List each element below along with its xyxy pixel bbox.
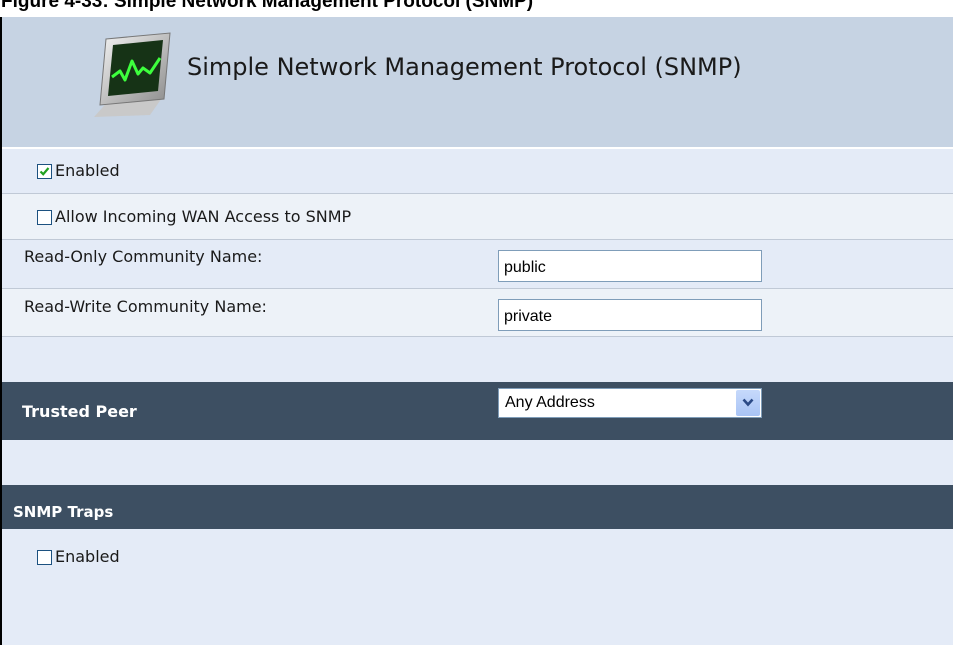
- read-write-community-input[interactable]: private: [498, 299, 762, 331]
- read-write-row: Read-Write Community Name: private: [2, 289, 953, 337]
- dropdown-button[interactable]: [736, 390, 760, 416]
- page-title: Simple Network Management Protocol (SNMP…: [187, 53, 742, 81]
- trusted-peer-label: Trusted Peer: [22, 402, 137, 421]
- chevron-down-icon: [742, 398, 754, 407]
- snmp-traps-title: SNMP Traps: [13, 503, 114, 521]
- traps-enabled-label: Enabled: [55, 547, 120, 566]
- traps-enabled-checkbox[interactable]: [37, 550, 52, 565]
- traps-enabled-row: Enabled: [2, 529, 953, 645]
- snmp-enabled-row: Enabled: [2, 149, 953, 194]
- trusted-peer-value: Any Address: [505, 394, 595, 411]
- page-header: Simple Network Management Protocol (SNMP…: [2, 17, 953, 149]
- snmp-traps-bar: SNMP Traps: [2, 485, 953, 529]
- read-only-community-input[interactable]: public: [498, 250, 762, 282]
- snmp-panel: Simple Network Management Protocol (SNMP…: [0, 17, 953, 645]
- trusted-peer-bar: Trusted Peer Any Address: [2, 382, 953, 440]
- spacer-row: [2, 337, 953, 382]
- spacer-row-2: [2, 440, 953, 485]
- wan-access-row: Allow Incoming WAN Access to SNMP: [2, 194, 953, 240]
- read-only-label: Read-Only Community Name:: [24, 247, 263, 266]
- read-only-row: Read-Only Community Name: public: [2, 240, 953, 289]
- read-write-label: Read-Write Community Name:: [24, 297, 267, 316]
- monitor-graph-icon: [94, 32, 171, 117]
- snmp-enabled-label: Enabled: [55, 161, 120, 180]
- wan-access-label: Allow Incoming WAN Access to SNMP: [55, 207, 352, 226]
- trusted-peer-select[interactable]: Any Address: [498, 388, 762, 418]
- wan-access-checkbox[interactable]: [37, 210, 52, 225]
- snmp-enabled-checkbox[interactable]: [37, 164, 52, 179]
- figure-caption-text: Figure 4-33: Simple Network Management P…: [1, 0, 534, 12]
- checkmark-icon: [39, 167, 50, 176]
